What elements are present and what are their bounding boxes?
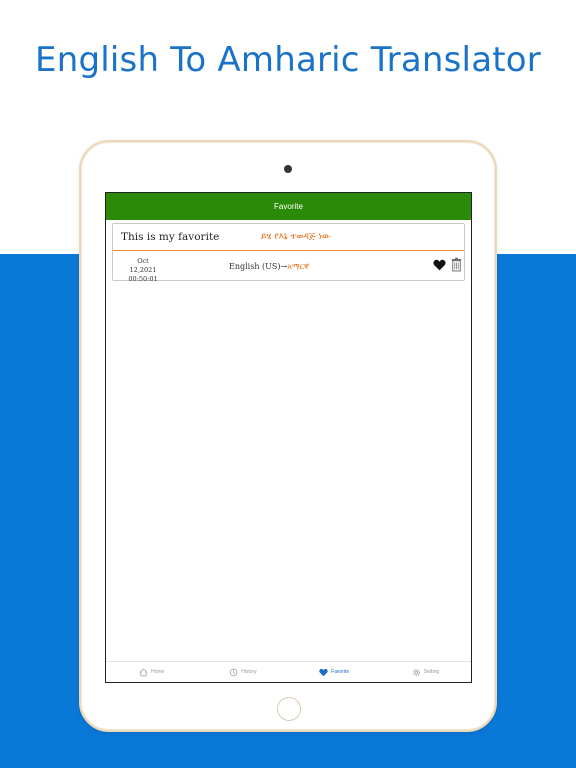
- favorite-card-texts: This is my favorite ይሄ የእኔ ተወዳጅ ነው: [113, 224, 464, 251]
- source-language: English (US): [229, 262, 281, 271]
- tab-home[interactable]: Home: [106, 662, 197, 682]
- favorite-date: Oct 12,2021: [129, 257, 157, 274]
- app-screen: Favorite This is my favorite ይሄ የእኔ ተወዳጅ…: [105, 192, 472, 683]
- tab-history-label: History: [241, 669, 257, 675]
- tablet-frame: Favorite This is my favorite ይሄ የእኔ ተወዳጅ…: [79, 140, 497, 732]
- tab-favorite-label: Favorite: [331, 669, 350, 675]
- tab-setting[interactable]: Setting: [380, 662, 471, 682]
- heart-icon: [319, 668, 328, 676]
- home-icon: [139, 668, 148, 676]
- target-language: አማርኛ: [287, 262, 310, 271]
- history-icon: [229, 668, 238, 676]
- language-pair: English (US)→አማርኛ: [229, 262, 309, 272]
- promo-headline: English To Amharic Translator: [35, 40, 541, 80]
- favorite-time: 00:50:01: [128, 275, 158, 283]
- navbar-title: Favorite: [274, 202, 303, 211]
- tab-favorite[interactable]: Favorite: [289, 662, 380, 682]
- favorite-card[interactable]: This is my favorite ይሄ የእኔ ተወዳጅ ነው Oct 1…: [112, 223, 465, 284]
- tab-history[interactable]: History: [197, 662, 288, 682]
- translated-text: ይሄ የእኔ ተወዳጅ ነው: [261, 232, 331, 242]
- gear-icon: [412, 668, 420, 676]
- favorite-card-meta: Oct 12,2021 00:50:01 English (US)→አማርኛ: [113, 251, 464, 284]
- trash-icon[interactable]: [451, 257, 462, 272]
- heart-icon[interactable]: [433, 259, 446, 271]
- camera-dot: [284, 165, 292, 173]
- tab-home-label: Home: [150, 669, 165, 675]
- tab-bar: Home History Favorite Setting: [106, 661, 471, 682]
- favorite-timestamp: Oct 12,2021 00:50:01: [123, 257, 163, 284]
- home-button[interactable]: [277, 697, 301, 721]
- tab-setting-label: Setting: [423, 669, 440, 675]
- source-text: This is my favorite: [121, 231, 220, 243]
- navbar: Favorite: [106, 193, 471, 220]
